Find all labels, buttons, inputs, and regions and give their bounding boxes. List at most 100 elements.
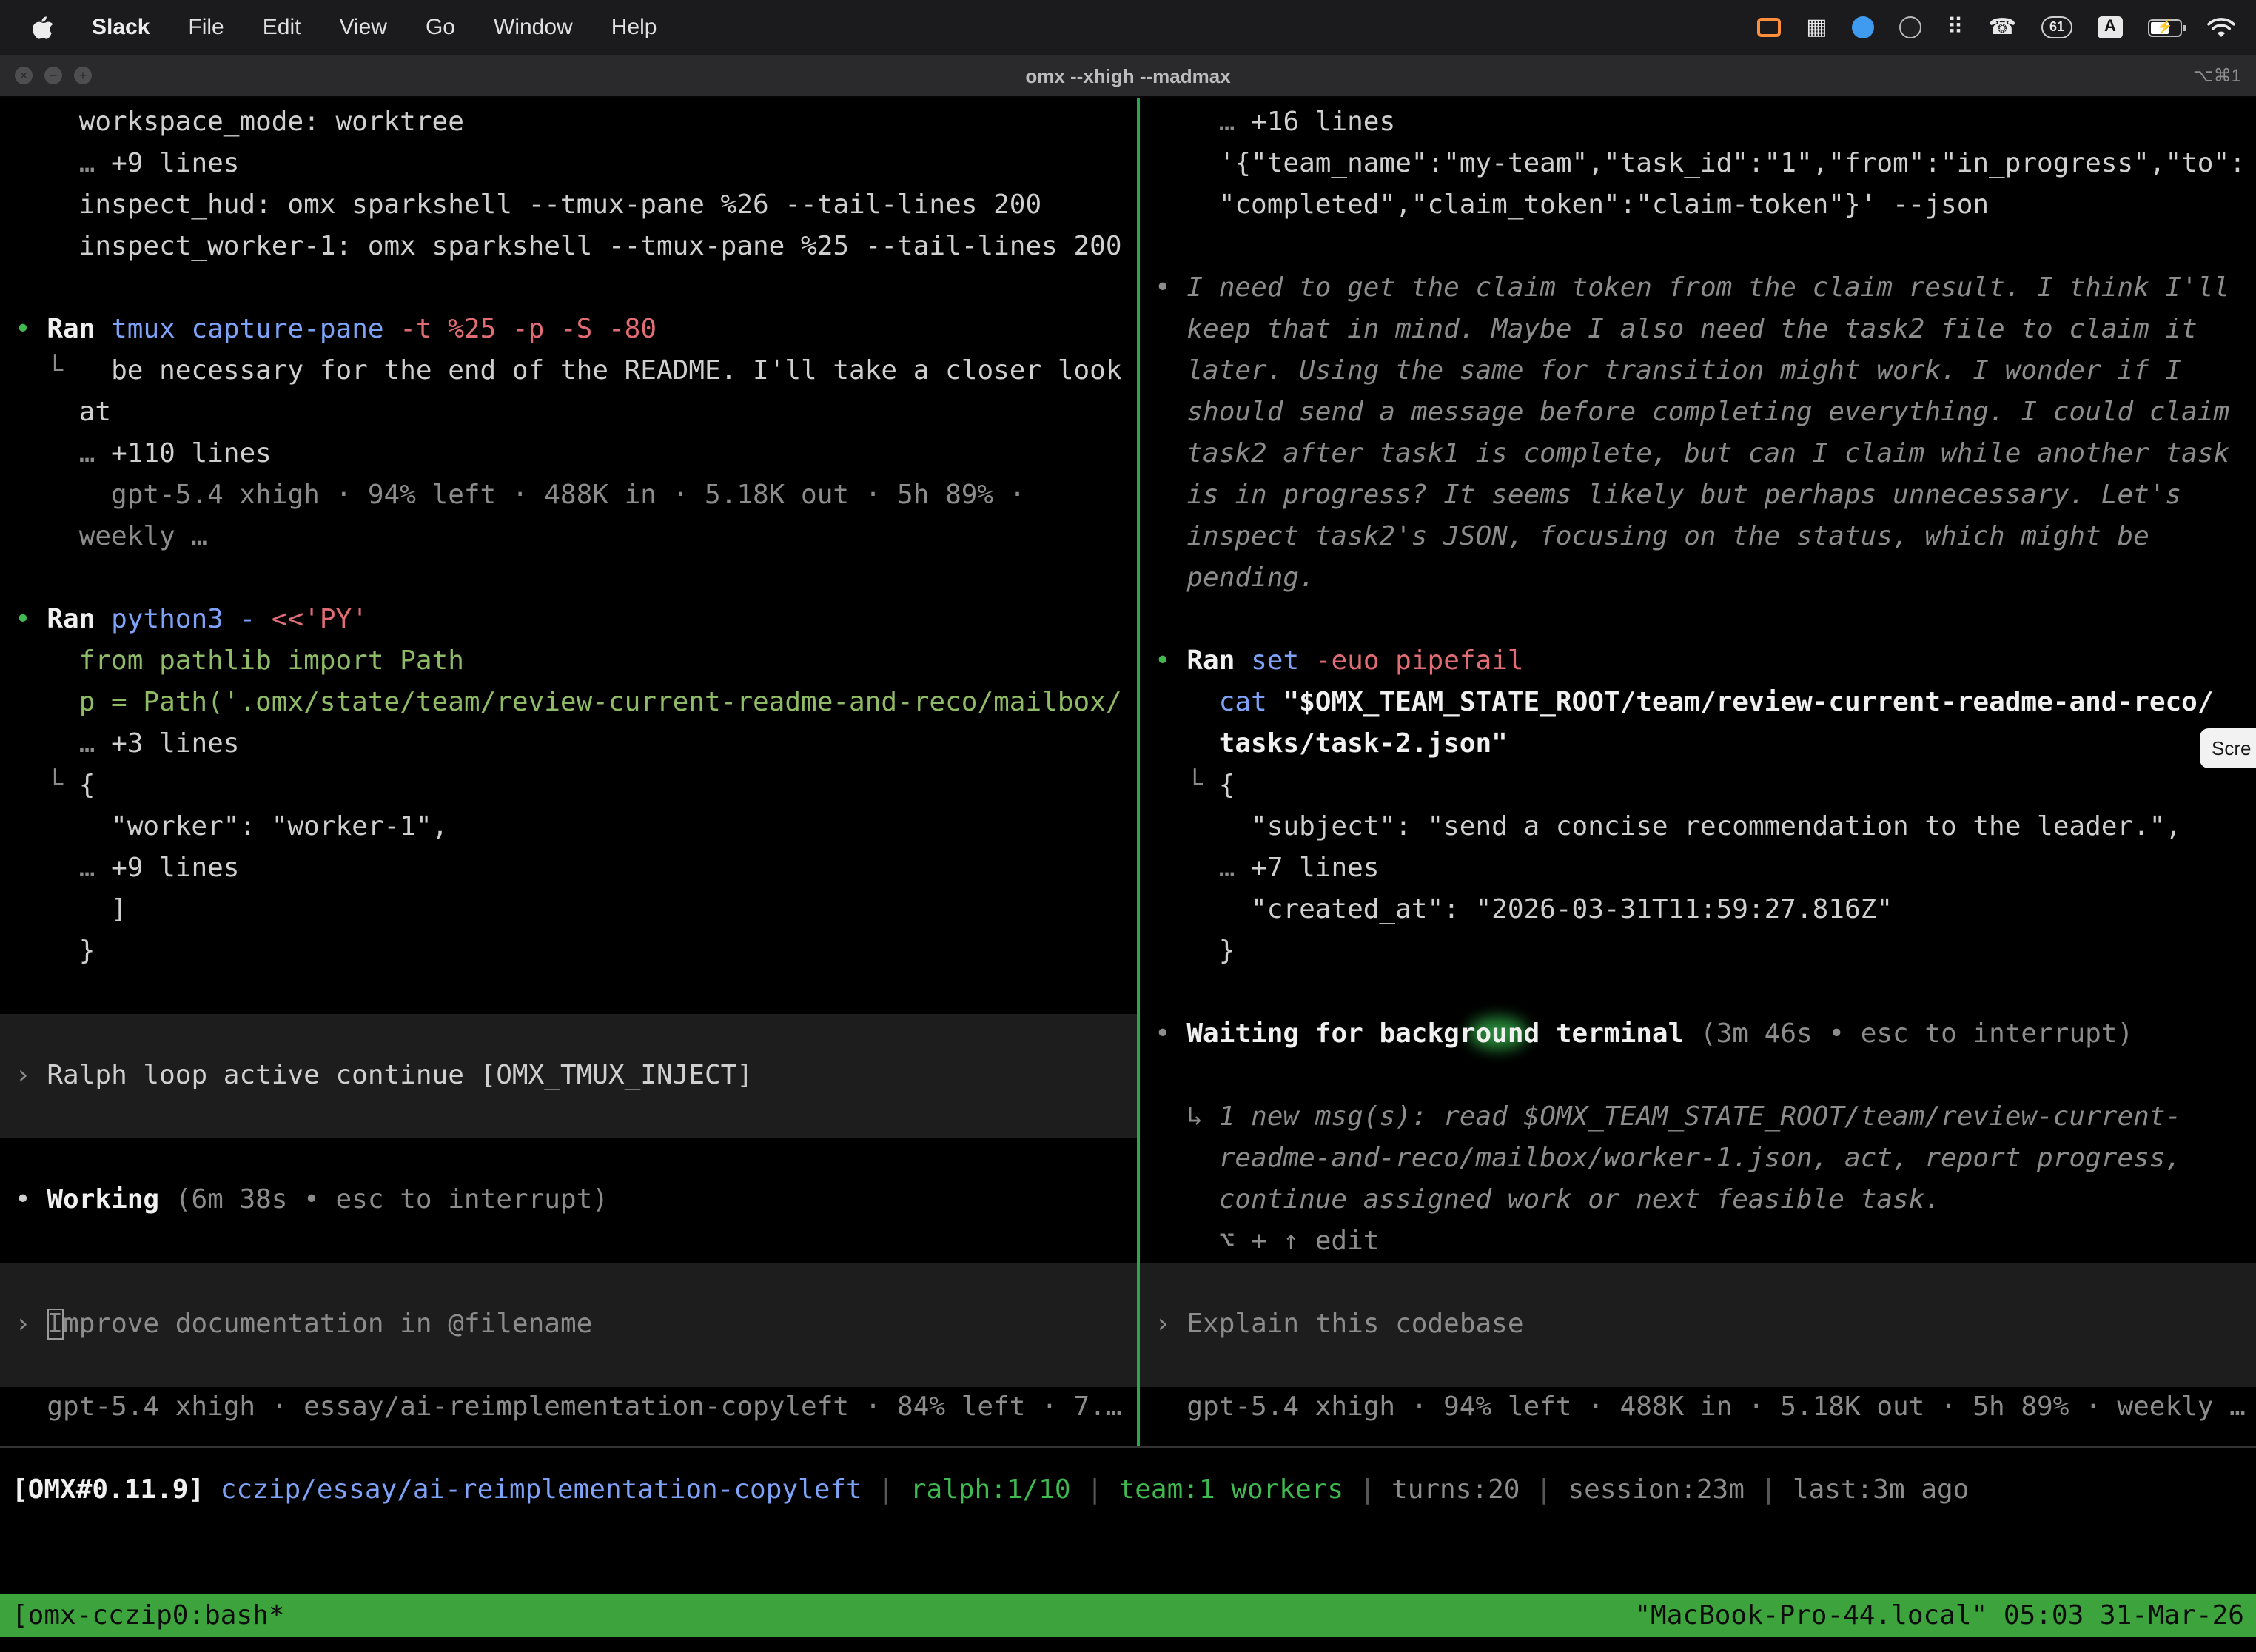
terminal-text-segment: tmux capture-pane bbox=[111, 314, 383, 345]
terminal-line: └ { bbox=[1155, 765, 2256, 807]
battery-percentage-badge[interactable]: 61 bbox=[2041, 16, 2072, 38]
terminal-line: • Ran python3 - <<'PY' bbox=[15, 600, 1137, 641]
terminal-text-segment: workspace_mode: worktree bbox=[15, 107, 464, 138]
menu-bar: Slack File Edit View Go Window Help ▦ ⠿ … bbox=[0, 0, 2256, 55]
terminal-text-segment: } bbox=[15, 936, 95, 967]
window-titlebar[interactable]: × − + omx --xhigh --madmax ⌥⌘1 bbox=[0, 55, 2256, 98]
terminal-line bbox=[1155, 1346, 2256, 1387]
terminal-line: weekly … bbox=[15, 517, 1137, 558]
terminal-text-segment bbox=[1155, 107, 1219, 138]
terminal-text-segment: … bbox=[79, 728, 111, 759]
terminal-line: … +110 lines bbox=[15, 434, 1137, 475]
pane-left[interactable]: workspace_mode: worktree … +9 lines insp… bbox=[0, 98, 1137, 1446]
terminal-line: … +9 lines bbox=[15, 848, 1137, 890]
omx-status-bar: [OMX#0.11.9] cczip/essay/ai-reimplementa… bbox=[12, 1470, 1969, 1511]
terminal-text-segment: (3m 46s • esc to interrupt) bbox=[1684, 1018, 2133, 1050]
terminal-line: inspect_worker-1: omx sparkshell --tmux-… bbox=[15, 226, 1137, 268]
menu-help[interactable]: Help bbox=[611, 15, 657, 40]
terminal-text-segment: readme-and-reco/mailbox/worker-1.json, a… bbox=[1155, 1143, 2181, 1174]
terminal-line bbox=[1155, 973, 2256, 1014]
terminal-body: workspace_mode: worktree … +9 lines insp… bbox=[0, 98, 2256, 1446]
terminal-line: "subject": "send a concise recommendatio… bbox=[1155, 807, 2256, 848]
traffic-lights: × − + bbox=[15, 67, 92, 84]
menu-file[interactable]: File bbox=[188, 15, 224, 40]
pane-right[interactable]: … +16 lines '{"team_name":"my-team","tas… bbox=[1140, 98, 2256, 1446]
terminal-text-segment: └ bbox=[15, 355, 111, 386]
terminal-text-segment: • bbox=[15, 604, 47, 635]
terminal-line bbox=[15, 973, 1137, 1014]
terminal-line: • Waiting for background terminal (3m 46… bbox=[1155, 1014, 2256, 1055]
screen-share-popover-clipped[interactable]: Scre bbox=[2200, 728, 2256, 768]
terminal-text-segment: | bbox=[1071, 1474, 1119, 1505]
terminal-text-segment: I need to get the claim token from the c… bbox=[1186, 272, 2229, 303]
menu-view[interactable]: View bbox=[339, 15, 387, 40]
terminal-text-segment bbox=[1155, 853, 1219, 884]
terminal-text-segment: be necessary for the end of the README. … bbox=[111, 355, 1121, 386]
terminal-line bbox=[15, 1138, 1137, 1180]
terminal-line: cat "$OMX_TEAM_STATE_ROOT/team/review-cu… bbox=[1155, 682, 2256, 724]
terminal-output-left: workspace_mode: worktree … +9 lines insp… bbox=[0, 98, 1137, 1428]
window-shortcut-hint: ⌥⌘1 bbox=[2193, 65, 2241, 86]
terminal-text-segment: └ bbox=[1155, 770, 1219, 801]
screen-share-popover-label: Scre bbox=[2212, 737, 2251, 759]
terminal-text-segment: | bbox=[1343, 1474, 1391, 1505]
menu-edit[interactable]: Edit bbox=[263, 15, 301, 40]
terminal-line: └ { bbox=[15, 765, 1137, 807]
terminal-text-segment: › bbox=[15, 1060, 47, 1091]
dark-app-icon[interactable] bbox=[1900, 16, 1922, 38]
terminal-line: readme-and-reco/mailbox/worker-1.json, a… bbox=[1155, 1138, 2256, 1180]
terminal-text-segment: … bbox=[1219, 853, 1251, 884]
dots-grid-icon[interactable]: ⠿ bbox=[1947, 16, 1964, 38]
terminal-text-segment: [OMX#0.11.9] bbox=[12, 1474, 221, 1505]
terminal-text-segment: Ran bbox=[47, 604, 111, 635]
keyboard-grid-icon[interactable]: ▦ bbox=[1806, 16, 1827, 38]
active-app-name[interactable]: Slack bbox=[92, 15, 150, 40]
terminal-line: } bbox=[1155, 931, 2256, 973]
phone-icon[interactable]: ☎ bbox=[1989, 16, 2016, 38]
terminal-line: • I need to get the claim token from the… bbox=[1155, 268, 2256, 309]
terminal-text-segment: ralph:1/10 bbox=[910, 1474, 1071, 1505]
terminal-text-segment: › bbox=[1155, 1309, 1186, 1340]
terminal-line: at bbox=[15, 392, 1137, 434]
apple-logo-icon[interactable] bbox=[33, 16, 53, 39]
terminal-text-segment: is in progress? It seems likely but perh… bbox=[1155, 480, 2181, 511]
terminal-text-segment: ↳ bbox=[1155, 1101, 1219, 1132]
terminal-text-segment: (6m 38s • esc to interrupt) bbox=[159, 1184, 608, 1215]
terminal-text-segment: at bbox=[15, 397, 111, 428]
zoom-window-button[interactable]: + bbox=[74, 67, 92, 84]
terminal-line: … +16 lines bbox=[1155, 102, 2256, 144]
terminal-line: gpt-5.4 xhigh · 94% left · 488K in · 5.1… bbox=[1155, 1387, 2256, 1428]
wifi-icon[interactable] bbox=[2207, 17, 2235, 38]
terminal-text-segment: { bbox=[1219, 770, 1235, 801]
terminal-line: from pathlib import Path bbox=[15, 641, 1137, 682]
status-separator bbox=[0, 1446, 2256, 1448]
menu-go[interactable]: Go bbox=[426, 15, 455, 40]
minimize-window-button[interactable]: − bbox=[44, 67, 62, 84]
close-window-button[interactable]: × bbox=[15, 67, 33, 84]
terminal-text-segment: { bbox=[79, 770, 95, 801]
terminal-text-segment: └ bbox=[15, 770, 79, 801]
input-source-icon[interactable]: A bbox=[2098, 16, 2123, 38]
terminal-text-segment: … bbox=[1219, 107, 1251, 138]
terminal-line bbox=[15, 1346, 1137, 1387]
terminal-line: gpt-5.4 xhigh · 94% left · 488K in · 5.1… bbox=[15, 475, 1137, 517]
terminal-text-segment: 1 new msg(s): read $OMX_TEAM_STATE_ROOT/… bbox=[1219, 1101, 2181, 1132]
terminal-text-segment: • bbox=[1155, 272, 1186, 303]
screen-recording-indicator-icon[interactable] bbox=[1757, 18, 1781, 37]
battery-icon[interactable]: ⚡ bbox=[2148, 19, 2182, 36]
terminal-text-segment: inspect_hud: omx sparkshell --tmux-pane … bbox=[15, 189, 1041, 221]
terminal-line: "created_at": "2026-03-31T11:59:27.816Z" bbox=[1155, 890, 2256, 931]
terminal-text-segment: team:1 workers bbox=[1119, 1474, 1343, 1505]
terminal-line bbox=[1155, 1055, 2256, 1097]
terminal-text-segment: +110 lines bbox=[111, 438, 272, 469]
terminal-line: '{"team_name":"my-team","task_id":"1","f… bbox=[1155, 144, 2256, 185]
terminal-line: } bbox=[15, 931, 1137, 973]
terminal-line: tasks/task-2.json" bbox=[1155, 724, 2256, 765]
terminal-text-segment: +3 lines bbox=[111, 728, 239, 759]
terminal-text-segment: -euo pipefail bbox=[1299, 645, 1523, 676]
terminal-text-segment: gpt-5.4 xhigh · essay/ai-reimplementatio… bbox=[15, 1391, 1122, 1423]
terminal-text-segment: weekly … bbox=[15, 521, 207, 552]
terminal-text-segment: set bbox=[1251, 645, 1299, 676]
blue-app-icon[interactable] bbox=[1853, 16, 1875, 38]
menu-window[interactable]: Window bbox=[494, 15, 573, 40]
